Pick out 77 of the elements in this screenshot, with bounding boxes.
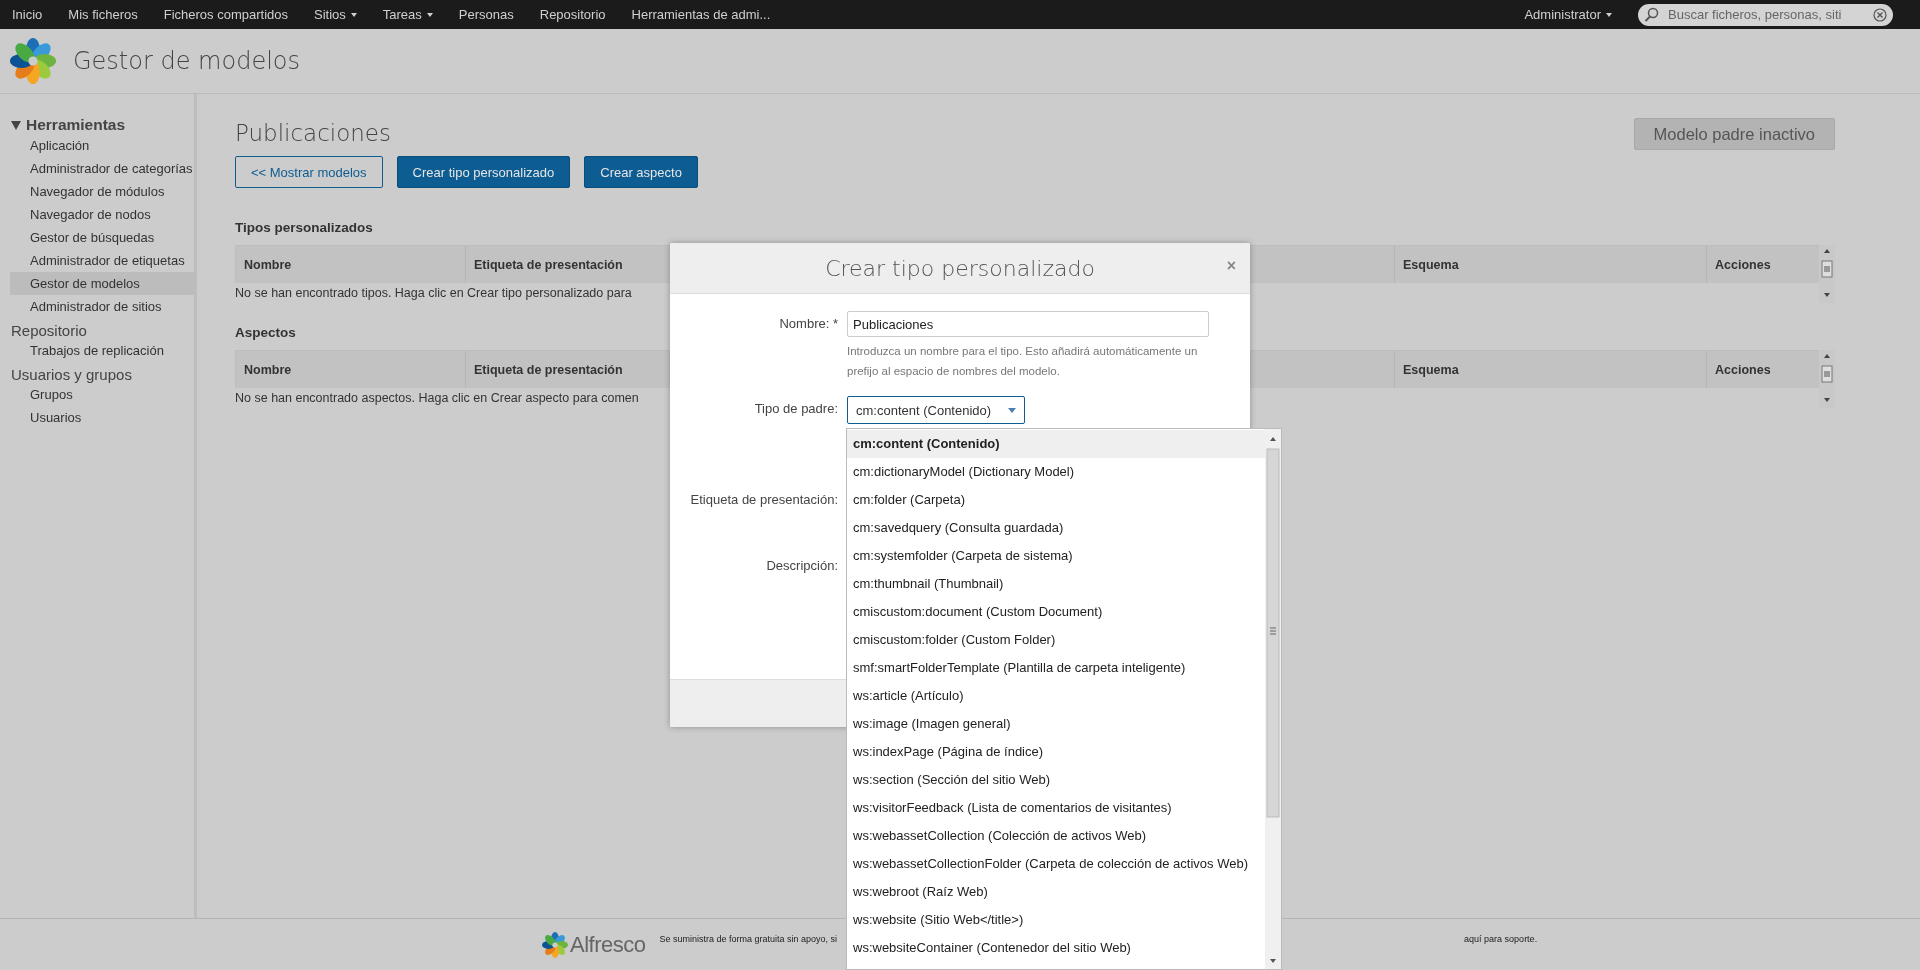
create-button[interactable]: Crear aspecto (584, 156, 698, 188)
sidebar-item[interactable]: Administrador de sitios (10, 295, 194, 318)
empty-message: No se han encontrado tipos. Haga clic en Crear tipo personalizado para (235, 285, 633, 302)
column-header[interactable]: Esquema (1395, 351, 1707, 388)
clear-icon[interactable] (1873, 7, 1887, 22)
nav-link[interactable]: Tareas (382, 7, 433, 22)
help-text: Introduzca un nombre para el tipo. Esto añadirá automáticamente un prefijo al espacio de nombres del modelo. (847, 344, 1199, 379)
page-heading: Publicaciones (235, 120, 391, 146)
column-header[interactable]: Nombre (236, 246, 466, 283)
dropdown-option[interactable]: cm:thumbnail (Thumbnail) (847, 570, 1265, 598)
field-label: Nombre: * (778, 315, 838, 331)
sidebar-item[interactable]: Navegador de módulos (10, 180, 194, 203)
dialog-title: Crear tipo personalizado (825, 255, 1095, 281)
column-header[interactable]: Acciones (1707, 351, 1819, 388)
dropdown-option[interactable]: ws:webroot (Raíz Web) (847, 878, 1265, 906)
column-header[interactable]: Esquema (1395, 246, 1707, 283)
dropdown-option[interactable]: cm:content (Contenido) (847, 430, 1265, 458)
section-title: Aspectos (235, 325, 297, 340)
search-field[interactable]: Buscar ficheros, personas, siti (1638, 3, 1893, 26)
nav-link[interactable]: Herramientas de admi... (631, 7, 771, 22)
inactive-button: Modelo padre inactivo (1633, 118, 1835, 150)
dropdown-option[interactable]: ws:image (Imagen general) (847, 710, 1265, 738)
sidebar-item[interactable]: Trabajos de replicación (10, 339, 194, 362)
nav-link[interactable]: Ficheros compartidos (163, 7, 288, 22)
empty-message: No se han encontrado aspectos. Haga clic en Crear aspecto para comen (235, 390, 640, 407)
nav-link[interactable]: Personas (458, 7, 514, 22)
select-field[interactable]: cm:content (Contenido) (847, 396, 1025, 424)
sidebar-item[interactable]: Grupos (10, 383, 194, 406)
sidebar-item[interactable]: Aplicación (10, 134, 194, 157)
page-title: Gestor de modelos (73, 47, 300, 75)
dropdown-option[interactable]: ws:indexPage (Página de índice) (847, 738, 1265, 766)
field-label: Tipo de padre: (753, 400, 838, 416)
sidebar-item[interactable]: Navegador de nodos (10, 203, 194, 226)
sidebar-item[interactable]: Gestor de búsquedas (10, 226, 194, 249)
dropdown-option[interactable]: ws:visitorFeedback (Lista de comentarios de visitantes) (847, 794, 1265, 822)
field-label: Etiqueta de presentación: (689, 491, 838, 507)
section-title: Tipos personalizados (235, 220, 374, 235)
column-header[interactable]: Acciones (1707, 246, 1819, 283)
nav-link[interactable]: Inicio (12, 7, 43, 22)
dropdown-option[interactable]: cmiscustom:document (Custom Document) (847, 598, 1265, 626)
search-icon (1644, 6, 1660, 23)
dropdown-option[interactable]: ws:websiteContainer (Contenedor del sitio Web) (847, 934, 1265, 962)
dropdown-option[interactable]: ws:website (Sitio Web</title>) (847, 906, 1265, 934)
dropdown-option[interactable]: cm:folder (Carpeta) (847, 486, 1265, 514)
sidebar-item[interactable]: Administrador de categorías (10, 157, 194, 180)
section-heading[interactable]: Herramientas (26, 116, 126, 134)
dropdown-option[interactable]: ws:section (Sección del sitio Web) (847, 766, 1265, 794)
dropdown-option[interactable]: cmiscustom:folder (Custom Folder) (847, 626, 1265, 654)
dropdown-option[interactable]: ws:webassetCollection (Colección de activos Web) (847, 822, 1265, 850)
dropdown-option[interactable]: ws:article (Artículo) (847, 682, 1265, 710)
create-button[interactable]: Crear tipo personalizado (396, 156, 571, 188)
dropdown-option[interactable]: smf:smartFolderTemplate (Plantilla de carpeta inteligente) (847, 654, 1265, 682)
section-heading[interactable]: Repositorio (11, 322, 87, 339)
back-button[interactable]: << Mostrar modelos (235, 156, 383, 188)
input-field[interactable]: Publicaciones (847, 311, 1209, 337)
logo-icon (542, 931, 568, 958)
sidebar-item[interactable]: Administrador de etiquetas (10, 249, 194, 272)
caret-icon (1008, 407, 1016, 413)
column-header[interactable]: Nombre (236, 351, 466, 388)
scrollbar[interactable] (1265, 429, 1281, 969)
expanded-icon[interactable] (11, 120, 21, 130)
logo-text: Alfresco (570, 931, 646, 958)
section-heading[interactable]: Usuarios y grupos (11, 366, 132, 383)
field-label: Descripción: (765, 557, 838, 573)
dropdown-option[interactable]: ws:webassetCollectionFolder (Carpeta de colección de activos Web) (847, 850, 1265, 878)
nav-link[interactable]: Sitios (314, 7, 357, 22)
user-menu[interactable]: Administrator (1524, 7, 1612, 22)
dropdown-option[interactable]: cm:systemfolder (Carpeta de sistema) (847, 542, 1265, 570)
sidebar-item[interactable]: Usuarios (10, 406, 194, 429)
footer-text: Se suministra de forma gratuita sin apoyo, si (659, 933, 838, 944)
nav-link[interactable]: Mis ficheros (68, 7, 138, 22)
sidebar-item[interactable]: Gestor de modelos (10, 272, 194, 295)
nav-link[interactable]: Repositorio (539, 7, 606, 22)
logo-icon (10, 38, 56, 84)
dropdown-option[interactable]: cm:dictionaryModel (Dictionary Model) (847, 458, 1265, 486)
footer-text: aquí para soporte. (1464, 933, 1538, 944)
dropdown-option[interactable]: cm:savedquery (Consulta guardada) (847, 514, 1265, 542)
